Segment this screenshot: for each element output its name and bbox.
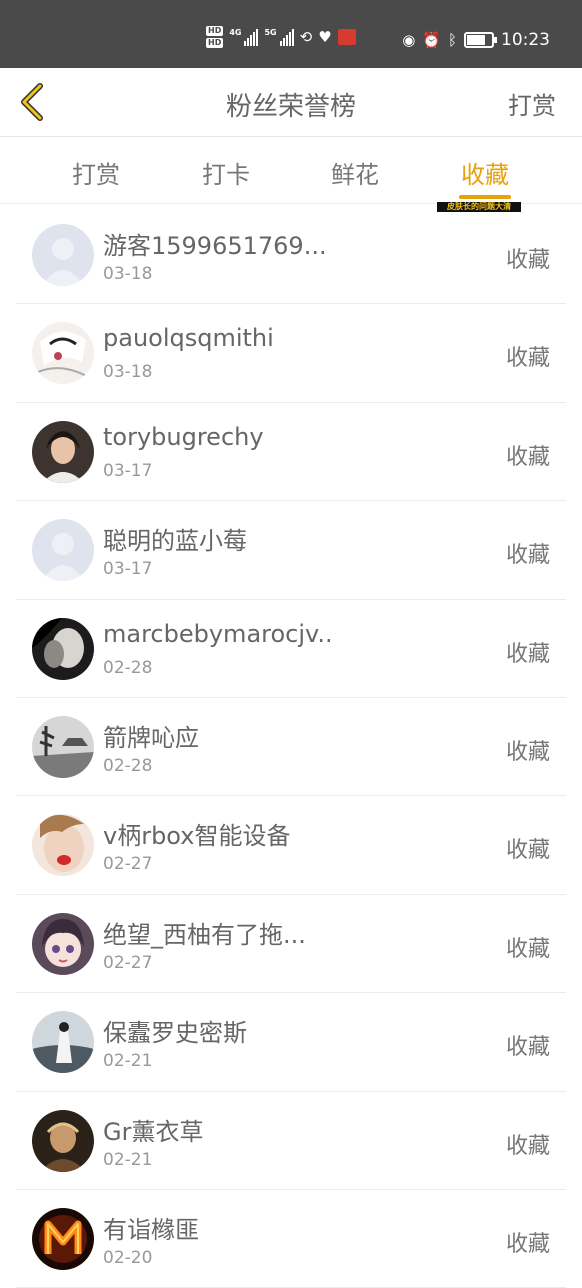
tab-reward[interactable]: 打赏	[46, 155, 146, 190]
user-name: 保蠹罗史密斯	[103, 1019, 247, 1048]
date: 02-27	[103, 854, 153, 875]
navigation-bar: 粉丝荣誉榜 打赏	[0, 68, 582, 137]
list-item[interactable]: Gr薰衣草 02-21 收藏	[16, 1092, 566, 1190]
date: 03-17	[103, 559, 153, 580]
avatar	[32, 814, 94, 877]
list-item[interactable]: torybugrechy 03-17 收藏	[16, 403, 566, 502]
list-item[interactable]: 箭牌吣应 02-28 收藏	[16, 698, 566, 797]
signal-1-label: 4G	[229, 28, 242, 37]
reward-button[interactable]: 打赏	[508, 86, 556, 121]
action-label: 收藏	[505, 346, 550, 372]
status-left-icons: HD HD 4G 5G ⟲ ♥	[206, 26, 356, 48]
list-item[interactable]: 绝望_西柚有了拖... 02-27 收藏	[16, 895, 566, 994]
action-label: 收藏	[505, 936, 550, 962]
user-name: 绝望_西柚有了拖...	[103, 920, 306, 949]
user-name: v柄rbox智能设备	[103, 822, 291, 851]
action-label: 收藏	[505, 1231, 550, 1257]
tab-checkin[interactable]: 打卡	[176, 155, 276, 190]
signal-icon-1: 4G	[229, 28, 259, 46]
avatar	[32, 224, 94, 286]
status-right-icons: ◉ ⏰ ᛒ 10:23	[402, 30, 550, 50]
app-notification-icon	[337, 29, 356, 45]
status-bar: HD HD 4G 5G ⟲ ♥ ◉ ⏰ ᛒ 10:23	[0, 0, 582, 68]
action-label: 收藏	[505, 248, 550, 273]
avatar	[32, 420, 94, 483]
list-item[interactable]: 游客1599651769... 03-18 收藏	[16, 206, 566, 305]
user-name: pauolqsqmithi	[103, 324, 274, 353]
date: 03-17	[103, 460, 153, 481]
hd-badge-1: HD	[206, 26, 224, 36]
tab-flowers[interactable]: 鲜花	[305, 155, 405, 190]
active-tab-indicator	[459, 195, 511, 199]
avatar	[32, 1207, 94, 1270]
user-name: torybugrechy	[103, 422, 264, 451]
date: 03-18	[103, 264, 153, 284]
alarm-icon: ⏰	[422, 31, 441, 49]
action-label: 收藏	[505, 444, 550, 470]
user-name: Gr薰衣草	[103, 1117, 204, 1146]
avatar	[32, 617, 94, 680]
user-name: 箭牌吣应	[103, 723, 199, 752]
list-item[interactable]: marcbebymarocjv... 02-28 收藏	[16, 600, 566, 698]
page-title: 粉丝荣誉榜	[225, 92, 356, 122]
signal-icon-2: 5G	[264, 28, 294, 46]
date: 02-20	[103, 1247, 153, 1268]
avatar	[32, 1109, 94, 1172]
date: 02-28	[103, 657, 153, 678]
date: 02-21	[103, 1051, 153, 1072]
action-label: 收藏	[505, 838, 550, 864]
list-item[interactable]: pauolqsqmithi 03-18 收藏	[16, 304, 566, 403]
heart-icon: ♥	[318, 28, 332, 46]
action-label: 收藏	[505, 1035, 550, 1061]
user-name: 聪明的蓝小莓	[103, 527, 247, 556]
hd-badge-2: HD	[206, 38, 224, 48]
avatar	[32, 715, 94, 778]
tab-favorites[interactable]: 收藏	[435, 155, 535, 190]
user-name: 游客1599651769...	[103, 232, 327, 260]
action-label: 收藏	[505, 641, 550, 667]
tab-bar: 打赏 打卡 鲜花 收藏 皮肤长的问题大清	[0, 137, 582, 212]
hd-badges: HD HD	[206, 26, 224, 48]
avatar	[32, 519, 94, 582]
bluetooth-icon: ᛒ	[447, 31, 457, 49]
date: 02-28	[103, 755, 153, 776]
action-label: 收藏	[505, 1133, 550, 1159]
date: 02-27	[103, 952, 153, 973]
signal-2-label: 5G	[264, 28, 277, 37]
battery-icon	[464, 32, 497, 48]
list-item[interactable]: v柄rbox智能设备 02-27 收藏	[16, 796, 566, 895]
date: 03-18	[103, 362, 153, 383]
user-name: marcbebymarocjv...	[103, 619, 333, 648]
eye-icon: ◉	[402, 31, 416, 49]
avatar	[32, 322, 94, 385]
date: 02-21	[103, 1149, 153, 1170]
user-name: 有诣橼匪	[103, 1215, 199, 1244]
list-item[interactable]: 有诣橼匪 02-20 收藏	[16, 1190, 566, 1288]
action-label: 收藏	[505, 543, 550, 569]
list-item[interactable]: 聪明的蓝小莓 03-17 收藏	[16, 501, 566, 600]
action-label: 收藏	[505, 739, 550, 765]
data-saver-icon: ⟲	[299, 28, 313, 46]
list-item[interactable]: 保蠹罗史密斯 02-21 收藏	[16, 993, 566, 1092]
fan-list: 游客1599651769... 03-18 收藏 pauolqsqmithi 0…	[16, 206, 566, 1288]
avatar	[32, 912, 94, 975]
avatar	[32, 1011, 94, 1074]
clock: 10:23	[501, 30, 550, 50]
